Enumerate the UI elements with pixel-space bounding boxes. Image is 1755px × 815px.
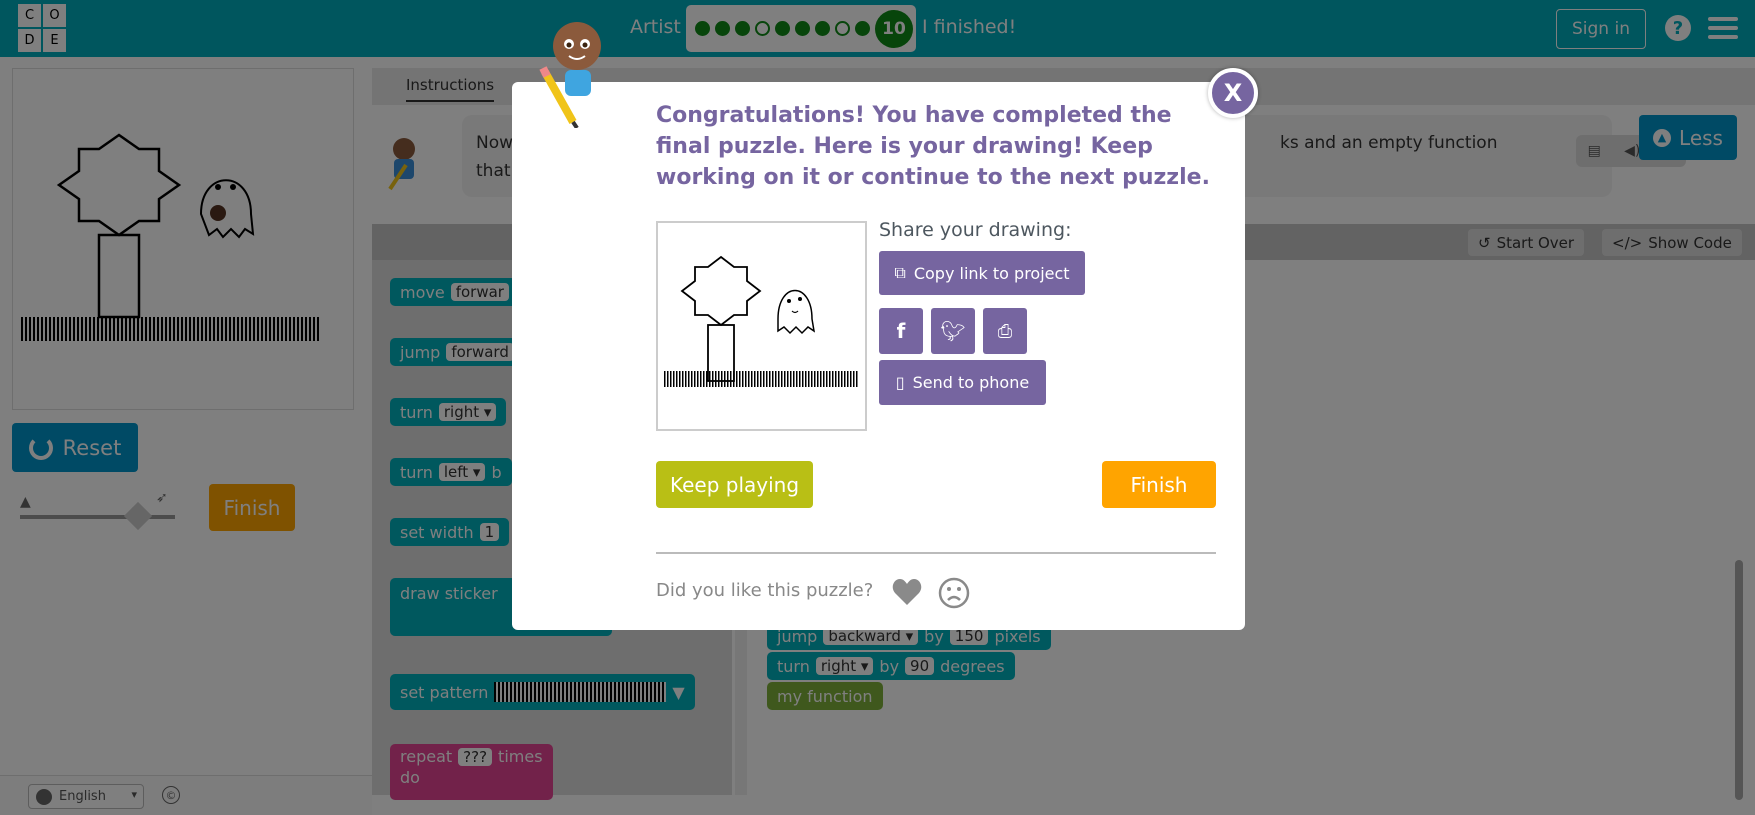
print-icon: ⎙ (997, 320, 1013, 342)
feedback-question: Did you like this puzzle? (656, 580, 874, 601)
divider (656, 552, 1216, 554)
copy-icon: ⧉ (894, 263, 906, 282)
heart-icon[interactable] (892, 578, 922, 606)
keep-playing-button[interactable]: Keep playing (656, 461, 813, 508)
drawing-thumbnail (656, 221, 867, 431)
facebook-share-button[interactable]: f (879, 308, 923, 354)
artist-character-icon (539, 22, 601, 128)
copy-link-button[interactable]: ⧉ Copy link to project (879, 251, 1085, 295)
facebook-icon: f (896, 319, 906, 343)
finish-button[interactable]: Finish (1102, 461, 1216, 508)
drawing-thumbnail-image (663, 255, 859, 387)
send-to-phone-label: Send to phone (912, 373, 1030, 392)
twitter-icon: 🐦︎ (940, 319, 966, 343)
twitter-share-button[interactable]: 🐦︎ (931, 308, 975, 354)
send-to-phone-button[interactable]: ▯ Send to phone (879, 360, 1046, 405)
frown-icon[interactable] (938, 577, 970, 609)
print-button[interactable]: ⎙ (983, 308, 1027, 354)
copy-link-label: Copy link to project (913, 263, 1070, 283)
congratulations-message: Congratulations! You have completed the … (656, 103, 1210, 190)
share-label: Share your drawing: (879, 219, 1072, 241)
phone-icon: ▯ (895, 373, 905, 392)
close-dialog-button[interactable]: X (1208, 68, 1258, 118)
